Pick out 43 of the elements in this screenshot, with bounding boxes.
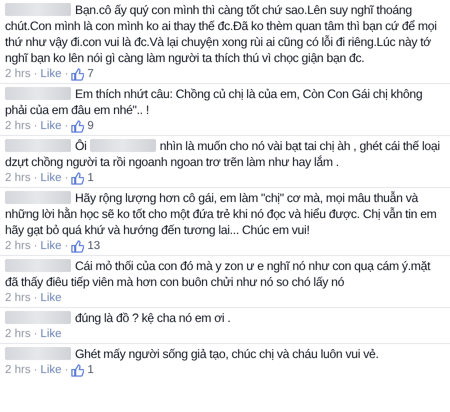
separator-dot: · [64, 67, 68, 81]
separator-dot: · [34, 291, 38, 305]
comment-time: 2 hrs [5, 291, 31, 305]
thumbs-up-icon [71, 172, 84, 184]
separator-dot: · [34, 327, 38, 341]
comment-text: đúng là đồ ? kệ cha nó em ơi . [5, 310, 440, 326]
like-count: 9 [87, 119, 94, 133]
comment-text: Ôi nhìn là muốn cho nó vài bạt tai chị àh , ghét cái thế loại dzựt chồng người ta rồi ngoanh ngoan trơ trẽn làm như hay lắm . [5, 138, 440, 170]
comment-time: 2 hrs [5, 171, 31, 185]
separator-dot: · [34, 67, 38, 81]
like-count: 1 [87, 363, 94, 377]
comment-time: 2 hrs [5, 119, 31, 133]
comment-text: Bạn.cô ấy quý con mình thì càng tốt chứ sao.Lên suy nghĩ thoáng chút.Con mình là con mình ko ai thay thế đc.Đã ko thèm quan tâm thì bạn cứ để mọi thứ như vậy đi.con vui là đc.Và lại chuyện xong rùi ai cũng có lỗi đi riêng.Lúc này tớ nghĩ bạn ko lên nói gì càng làm người ta thích thú vì chọc giận bạn đc. [5, 2, 438, 66]
like-link[interactable]: Like [40, 119, 62, 133]
like-count: 7 [87, 67, 94, 81]
like-link[interactable]: Like [40, 291, 62, 305]
like-link[interactable]: Like [40, 239, 62, 253]
separator-dot: · [64, 363, 68, 377]
thumbs-up-icon [71, 68, 84, 80]
like-link[interactable]: Like [40, 171, 62, 185]
comment-time: 2 hrs [5, 67, 31, 81]
separator-dot: · [64, 171, 68, 185]
comment-text: Cái mỏ thối của con đó mà y zon ư e nghĩ nó như con quạ cám ý.mặt đã thấy điêu tiếp viên mà hơn con buôn chửi như nó so chó lấy nó [5, 258, 432, 290]
comment-time: 2 hrs [5, 363, 31, 377]
comment-time: 2 hrs [5, 239, 31, 253]
comment-time: 2 hrs [5, 327, 31, 341]
separator-dot: · [34, 119, 38, 133]
like-link[interactable]: Like [40, 363, 62, 377]
like-link[interactable]: Like [40, 327, 62, 341]
comment-text: Ghét mấy người sống giả tạo, chúc chị và cháu luôn vui vẻ. [5, 346, 440, 362]
comment-text: Em thích nhứt câu: Chồng củ chị là của em, Còn Con Gái chị không phải của em đâu em nhé".. ! [5, 86, 424, 118]
separator-dot: · [34, 171, 38, 185]
thumbs-up-icon [71, 364, 84, 376]
comment-text: Hãy rộng lượng hơn cô gái, em làm "chị" cơ mà, mọi mâu thuẫn và những lời hằn học sẽ ko tốt cho một đứa trẻ khi nó đọc và hiểu được. Chị vẫn tin em hãy gạt bỏ quá khứ và hướng đến tương lai... Chúc em vui! [5, 190, 438, 238]
thumbs-up-icon [71, 120, 84, 132]
like-link[interactable]: Like [40, 67, 62, 81]
separator-dot: · [64, 239, 68, 253]
like-count: 13 [87, 239, 100, 253]
thumbs-up-icon [71, 240, 84, 252]
separator-dot: · [34, 239, 38, 253]
separator-dot: · [34, 363, 38, 377]
separator-dot: · [64, 119, 68, 133]
like-count: 1 [87, 171, 94, 185]
